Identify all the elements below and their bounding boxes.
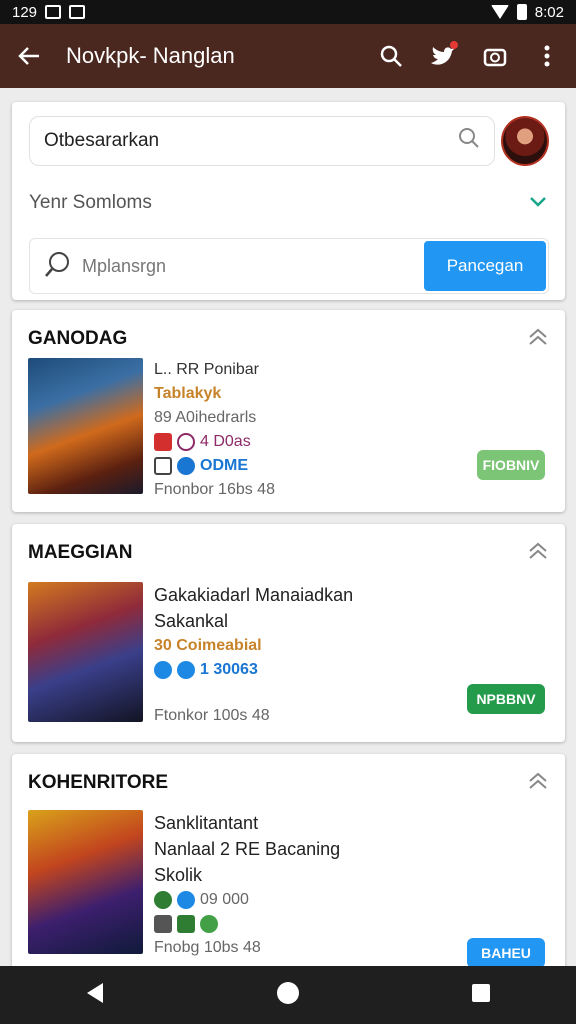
- status-time-left: 129: [12, 3, 38, 21]
- avatar[interactable]: [501, 116, 549, 166]
- more-vert-icon[interactable]: [534, 43, 560, 69]
- edit-icon: [154, 457, 172, 475]
- link-icon: [177, 661, 195, 679]
- info-value: 1 30063: [200, 661, 258, 678]
- nav-back-icon[interactable]: [85, 982, 105, 1009]
- puzzle-icon: [154, 915, 172, 933]
- game-cover-image[interactable]: [28, 582, 143, 722]
- game-card[interactable]: KOHENRITORE Sanklitantant Nanlaal 2 RE B…: [12, 754, 565, 972]
- home-icon: [177, 915, 195, 933]
- status-badge[interactable]: BAHEU: [467, 938, 545, 968]
- image-icon: [69, 5, 86, 19]
- lock-icon: [200, 915, 218, 933]
- status-clock: 8:02: [534, 3, 564, 21]
- query-input[interactable]: Otbesararkan: [44, 130, 458, 152]
- system-nav-bar: [0, 966, 576, 1024]
- notification-icon: [45, 5, 62, 19]
- info-value: ODME: [200, 457, 248, 474]
- chevron-down-icon[interactable]: [529, 192, 547, 214]
- search-icon: [44, 250, 72, 283]
- info-line: Tablakyk: [154, 385, 222, 402]
- query-field[interactable]: Otbesararkan: [29, 116, 495, 166]
- search-panel: Otbesararkan Yenr Somloms Mplansrgn Panc…: [12, 102, 565, 300]
- chevron-up-icon[interactable]: [527, 540, 549, 562]
- game-card[interactable]: GANODAG L.. RR Ponibar Tablakyk 89 A0ihe…: [12, 310, 565, 512]
- info-line: Gakakiadarl Manaiadkan: [154, 584, 354, 605]
- game-cover-image[interactable]: [28, 358, 143, 494]
- chevron-up-icon[interactable]: [527, 326, 549, 348]
- secondary-search-bar: Mplansrgn Pancegan: [29, 238, 549, 294]
- info-line: L.. RR Ponibar: [154, 361, 259, 378]
- link-icon: [177, 891, 195, 909]
- info-line: 09 000: [154, 888, 545, 912]
- rating-icon: [154, 433, 172, 451]
- card-header: GANODAG: [28, 328, 128, 349]
- chevron-up-icon[interactable]: [527, 770, 549, 792]
- page-title: Novkpk- Nanglan: [66, 43, 235, 68]
- app-bar: Novkpk- Nanglan: [0, 24, 576, 88]
- info-line: Fnonbor 16bs 48: [154, 481, 275, 498]
- search-icon[interactable]: [378, 43, 404, 69]
- filter-dropdown-label: Yenr Somloms: [29, 192, 152, 213]
- search-submit-button[interactable]: Pancegan: [424, 241, 546, 291]
- status-badge[interactable]: FIOBNIV: [477, 450, 545, 480]
- wifi-icon: [490, 5, 509, 19]
- back-arrow-icon[interactable]: [16, 43, 42, 69]
- camera-icon[interactable]: [482, 43, 508, 69]
- nav-recents-icon[interactable]: [471, 983, 491, 1008]
- info-line: Sakankal: [154, 610, 229, 631]
- info-line: [154, 912, 545, 936]
- nav-home-icon[interactable]: [276, 981, 300, 1010]
- card-header: KOHENRITORE: [28, 772, 169, 793]
- info-line: 89 A0ihedrarls: [154, 409, 257, 426]
- info-line: Sanklitantant: [154, 812, 259, 833]
- game-info: L.. RR Ponibar Tablakyk 89 A0ihedrarls 4…: [154, 358, 545, 502]
- filter-dropdown[interactable]: Yenr Somloms: [29, 186, 549, 220]
- twitter-icon[interactable]: [430, 41, 458, 69]
- info-line: 1 30063: [154, 658, 545, 682]
- battery-icon: [516, 4, 527, 20]
- game-card[interactable]: MAEGGIAN Gakakiadarl Manaiadkan Sakankal…: [12, 524, 565, 742]
- info-value: 09 000: [200, 891, 249, 908]
- info-line: Skolik: [154, 864, 203, 885]
- info-line: Nanlaal 2 RE Bacaning: [154, 838, 341, 859]
- status-bar: 129 8:02: [0, 0, 576, 24]
- game-cover-image[interactable]: [28, 810, 143, 954]
- secondary-search-input[interactable]: Mplansrgn: [82, 256, 424, 277]
- platform-icon: [154, 891, 172, 909]
- platform-icon: [154, 661, 172, 679]
- info-value: 4 D0as: [200, 433, 251, 450]
- info-line: 30 Coimeabial: [154, 637, 262, 654]
- card-header: MAEGGIAN: [28, 542, 133, 563]
- notification-dot: [450, 41, 458, 49]
- platform-icon: [177, 457, 195, 475]
- status-badge[interactable]: NPBBNV: [467, 684, 545, 714]
- search-icon[interactable]: [458, 127, 480, 155]
- clock-icon: [177, 433, 195, 451]
